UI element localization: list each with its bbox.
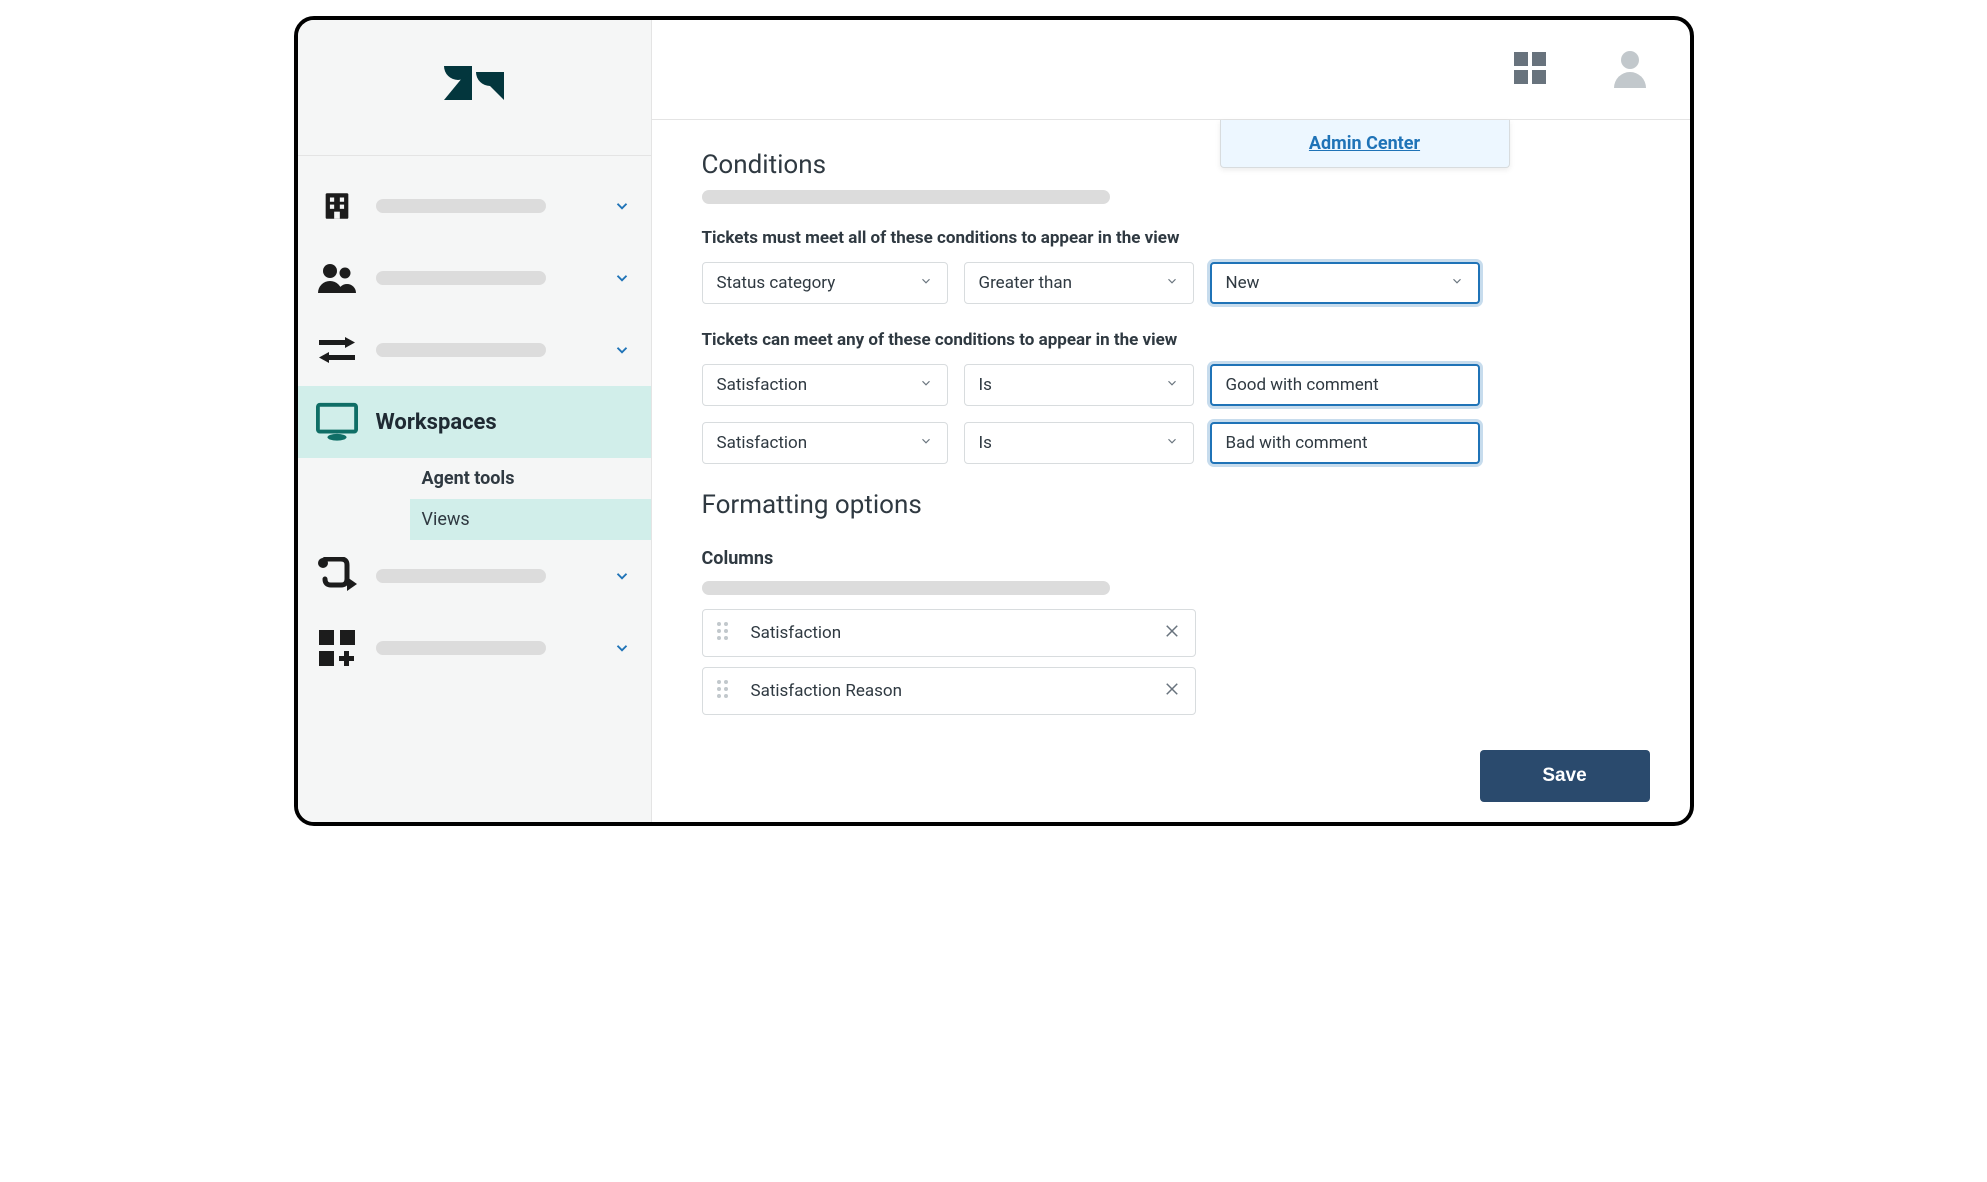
condition-operator-select[interactable]: Greater than	[964, 262, 1194, 304]
nav-placeholder	[376, 271, 546, 285]
select-value: Bad with comment	[1226, 433, 1368, 453]
sidebar-item-apps[interactable]	[298, 612, 651, 684]
app-window: Workspaces Agent tools Views	[294, 16, 1694, 826]
admin-center-link[interactable]: Admin Center	[1309, 133, 1420, 154]
close-icon[interactable]	[1163, 680, 1181, 702]
logo-area	[298, 20, 651, 156]
drag-handle-icon[interactable]	[717, 680, 731, 702]
select-value: New	[1226, 273, 1260, 293]
building-icon	[316, 185, 358, 227]
column-item[interactable]: Satisfaction Reason	[702, 667, 1196, 715]
people-icon	[316, 257, 358, 299]
condition-row: Satisfaction Is Good with comment	[702, 364, 1640, 406]
apps-add-icon	[316, 627, 358, 669]
main-area: Admin Center Conditions Tickets must mee…	[652, 20, 1690, 822]
conditions-any-block: Tickets can meet any of these conditions…	[702, 330, 1640, 464]
admin-center-popover: Admin Center	[1220, 120, 1510, 168]
formatting-title: Formatting options	[702, 490, 1640, 520]
condition-value-select[interactable]: Good with comment	[1210, 364, 1480, 406]
description-placeholder	[702, 190, 1110, 204]
routing-icon	[316, 555, 358, 597]
columns-label: Columns	[702, 548, 1640, 569]
sidebar-nav: Workspaces Agent tools Views	[298, 156, 651, 684]
sidebar-item-channels[interactable]	[298, 314, 651, 386]
chevron-down-icon	[919, 375, 933, 395]
content-area: Conditions Tickets must meet all of thes…	[652, 120, 1690, 822]
condition-field-select[interactable]: Satisfaction	[702, 364, 948, 406]
formatting-block: Formatting options Columns Satisfaction …	[702, 490, 1640, 715]
sidebar-subitem-views[interactable]: Views	[410, 499, 651, 540]
sidebar-item-label: Workspaces	[376, 410, 497, 435]
chevron-down-icon	[1165, 375, 1179, 395]
sidebar-subitem-agent-tools[interactable]: Agent tools	[410, 458, 651, 499]
select-value: Is	[979, 375, 992, 395]
column-item[interactable]: Satisfaction	[702, 609, 1196, 657]
nav-placeholder	[376, 569, 546, 583]
select-value: Greater than	[979, 273, 1073, 293]
sidebar-item-account[interactable]	[298, 170, 651, 242]
sidebar-item-objects[interactable]	[298, 540, 651, 612]
conditions-all-block: Tickets must meet all of these condition…	[702, 228, 1640, 304]
select-value: Is	[979, 433, 992, 453]
nav-placeholder	[376, 343, 546, 357]
condition-operator-select[interactable]: Is	[964, 364, 1194, 406]
conditions-any-label: Tickets can meet any of these conditions…	[702, 330, 1640, 350]
chevron-down-icon	[919, 433, 933, 453]
chevron-down-icon	[611, 637, 633, 659]
chevron-down-icon	[611, 565, 633, 587]
arrows-icon	[316, 329, 358, 371]
sidebar: Workspaces Agent tools Views	[298, 20, 652, 822]
chevron-down-icon	[1450, 273, 1464, 293]
apps-grid-icon[interactable]	[1510, 48, 1550, 92]
condition-row: Satisfaction Is Bad with comment	[702, 422, 1640, 464]
condition-field-select[interactable]: Status category	[702, 262, 948, 304]
chevron-down-icon	[1165, 273, 1179, 293]
column-label: Satisfaction Reason	[751, 681, 1143, 701]
chevron-down-icon	[611, 339, 633, 361]
sidebar-item-people[interactable]	[298, 242, 651, 314]
nav-placeholder	[376, 199, 546, 213]
description-placeholder	[702, 581, 1110, 595]
select-value: Good with comment	[1226, 375, 1379, 395]
zendesk-logo-icon	[444, 62, 504, 114]
sidebar-subnav-workspaces: Agent tools Views	[298, 458, 651, 540]
chevron-down-icon	[611, 267, 633, 289]
chevron-down-icon	[919, 273, 933, 293]
user-avatar-icon[interactable]	[1610, 48, 1650, 92]
sidebar-item-workspaces[interactable]: Workspaces	[298, 386, 651, 458]
drag-handle-icon[interactable]	[717, 622, 731, 644]
condition-value-select[interactable]: New	[1210, 262, 1480, 304]
topbar	[652, 20, 1690, 120]
select-value: Satisfaction	[717, 375, 808, 395]
chevron-down-icon	[1165, 433, 1179, 453]
condition-operator-select[interactable]: Is	[964, 422, 1194, 464]
column-label: Satisfaction	[751, 623, 1143, 643]
select-value: Satisfaction	[717, 433, 808, 453]
close-icon[interactable]	[1163, 622, 1181, 644]
condition-row: Status category Greater than New	[702, 262, 1640, 304]
monitor-icon	[316, 401, 358, 443]
conditions-all-label: Tickets must meet all of these condition…	[702, 228, 1640, 248]
chevron-down-icon	[611, 195, 633, 217]
select-value: Status category	[717, 273, 836, 293]
condition-value-select[interactable]: Bad with comment	[1210, 422, 1480, 464]
condition-field-select[interactable]: Satisfaction	[702, 422, 948, 464]
nav-placeholder	[376, 641, 546, 655]
save-button[interactable]: Save	[1480, 750, 1650, 802]
